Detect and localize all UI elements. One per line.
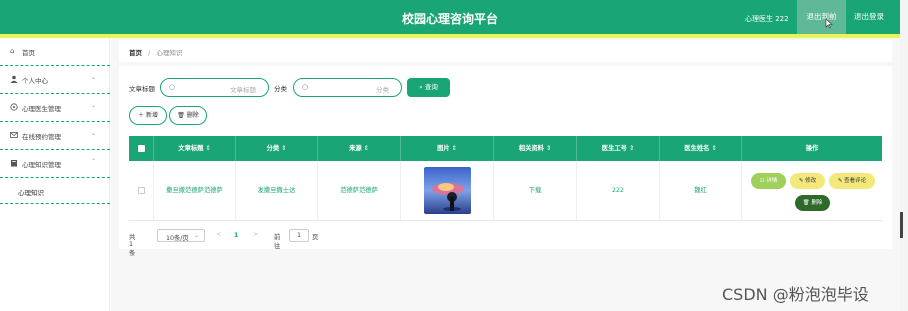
book-icon	[10, 159, 18, 167]
category-search-placeholder: 分类	[376, 86, 389, 94]
pagination-total: 共 1 条	[129, 234, 136, 257]
column-header[interactable]: 图片 ⇕	[401, 136, 494, 161]
cell-material-download-link[interactable]: 下载	[494, 161, 577, 221]
search-icon: ○	[302, 83, 309, 91]
mail-icon	[10, 131, 18, 139]
row-delete-button-label: 删除	[811, 200, 823, 206]
query-button[interactable]: ⌕ 查询	[407, 78, 450, 97]
query-button-label: 查询	[424, 83, 438, 91]
sidebar-item-label: 首页	[22, 49, 35, 57]
page-size-value: 10条/页	[166, 235, 189, 242]
add-button-label: 新增	[145, 112, 158, 119]
sidebar-item-label: 个人中心	[22, 77, 48, 85]
exit-to-frontend-button[interactable]: 退出到前台	[797, 0, 846, 55]
sidebar-item-home[interactable]: ⌂ 首页	[0, 38, 110, 66]
search-icon: ○	[169, 83, 176, 91]
edit-icon: ✎	[798, 178, 804, 184]
trash-icon: 🗑	[802, 200, 810, 206]
detail-button[interactable]: ☷ 详情	[751, 173, 786, 189]
breadcrumb: 首页 / 心理知识	[119, 40, 892, 62]
batch-delete-button[interactable]: 🗑 删除	[169, 106, 207, 125]
category-search-input[interactable]: ○ 分类	[293, 78, 402, 97]
logout-button[interactable]: 退出登录	[848, 0, 890, 34]
detail-icon: ☷	[759, 178, 765, 184]
column-header[interactable]: 医生姓名 ⇕	[660, 136, 742, 161]
row-checkbox[interactable]	[138, 187, 145, 194]
home-icon: ⌂	[10, 47, 15, 55]
cell-doctor-name: 魏红	[660, 161, 742, 221]
sidebar-subitem-knowledge[interactable]: 心理知识	[0, 178, 110, 204]
chevron-down-icon: ⌄	[90, 74, 96, 81]
column-header: 操作	[805, 145, 819, 152]
current-page-number[interactable]: 1	[234, 232, 238, 239]
breadcrumb-separator: /	[148, 49, 151, 57]
chevron-down-icon: ⌄	[193, 232, 199, 239]
batch-delete-button-label: 删除	[186, 112, 199, 119]
cell-doctor-id: 222	[577, 161, 660, 221]
column-header[interactable]: 医生工号 ⇕	[577, 136, 660, 161]
mouse-cursor-icon	[825, 18, 833, 29]
current-user-label: 心理医生 222	[745, 15, 789, 23]
table-row: 撒旦撒范德萨范德萨 发撒旦撒士达 范德萨范德萨 下载 222 魏红	[129, 161, 882, 221]
title-search-placeholder: 文章标题	[230, 86, 256, 94]
search-icon: ⌕	[419, 83, 423, 91]
top-header: 校园心理咨询平台 心理医生 222 退出到前台 退出登录	[0, 0, 900, 55]
detail-button-label: 详情	[766, 178, 778, 184]
sidebar-item-personal-center[interactable]: 个人中心 ⌄	[0, 66, 110, 94]
view-comments-button-label: 查看评论	[844, 178, 867, 184]
view-comments-button[interactable]: ✎ 查看评论	[829, 173, 875, 189]
row-delete-button[interactable]: 🗑 删除	[795, 195, 830, 211]
trash-icon: 🗑	[177, 112, 185, 119]
select-all-checkbox[interactable]	[138, 145, 145, 152]
cell-category: 发撒旦撒士达	[236, 161, 318, 221]
sidebar-item-appointment-management[interactable]: 在线预约管理 ⌄	[0, 122, 110, 150]
sidebar-item-label: 在线预约管理	[22, 133, 61, 141]
sidebar-item-knowledge-management[interactable]: 心理知识管理 ⌃	[0, 150, 110, 178]
cell-actions	[742, 161, 882, 221]
sidebar-item-label: 心理知识管理	[22, 161, 61, 169]
sidebar-item-label: 心理医生管理	[22, 105, 61, 113]
prev-page-button[interactable]: <	[216, 231, 221, 238]
title-search-input[interactable]: ○ 文章标题	[160, 78, 269, 97]
goto-unit-label: 页	[312, 234, 319, 241]
column-header[interactable]: 相关资料 ⇕	[494, 136, 577, 161]
chevron-up-icon: ⌃	[90, 158, 96, 165]
next-page-button[interactable]: >	[253, 231, 258, 238]
row-select-cell[interactable]	[129, 161, 154, 221]
plus-icon: ＋	[138, 112, 145, 119]
goto-label: 前往	[274, 234, 281, 250]
edit-icon: ✎	[837, 178, 843, 184]
watermark-text: CSDN @粉泡泡毕设	[722, 285, 869, 304]
category-search-label: 分类	[274, 85, 287, 93]
article-thumbnail-image[interactable]	[424, 167, 471, 214]
breadcrumb-current: 心理知识	[156, 49, 183, 57]
doctor-icon	[10, 103, 18, 111]
user-icon	[10, 75, 18, 83]
column-header[interactable]: 来源 ⇕	[318, 136, 401, 161]
title-search-label: 文章标题	[129, 85, 155, 93]
cell-title: 撒旦撒范德萨范德萨	[154, 161, 236, 221]
sidebar-subitem-label: 心理知识	[18, 189, 44, 197]
breadcrumb-home[interactable]: 首页	[129, 49, 142, 57]
table-header: 文章标题 ⇕ 分类 ⇕ 来源 ⇕ 图片 ⇕ 相关资料 ⇕ 医生工号 ⇕ 医生姓名 ⇕ 操作	[129, 136, 882, 161]
column-header[interactable]: 分类 ⇕	[236, 136, 318, 161]
goto-page-input[interactable]: 1	[289, 229, 309, 242]
edit-button-label: 修改	[805, 178, 817, 184]
chevron-down-icon: ⌄	[90, 102, 96, 109]
add-button[interactable]: ＋ 新增	[129, 106, 167, 125]
cell-source: 范德萨范德萨	[318, 161, 401, 221]
chevron-down-icon: ⌄	[90, 130, 96, 137]
page-size-select[interactable]: 10条/页 ⌄	[157, 229, 205, 242]
column-header[interactable]: 文章标题 ⇕	[154, 136, 236, 161]
window-scrollbar[interactable]	[900, 0, 908, 311]
sidebar: ⌂ 首页 个人中心 ⌄ 心理医生管理 ⌄ 在线预约管理 ⌄ 心理知识管理 ⌃ 心…	[0, 38, 110, 311]
select-all-cell[interactable]	[129, 136, 154, 161]
sidebar-item-doctor-management[interactable]: 心理医生管理 ⌄	[0, 94, 110, 122]
edit-button[interactable]: ✎ 修改	[790, 173, 825, 189]
